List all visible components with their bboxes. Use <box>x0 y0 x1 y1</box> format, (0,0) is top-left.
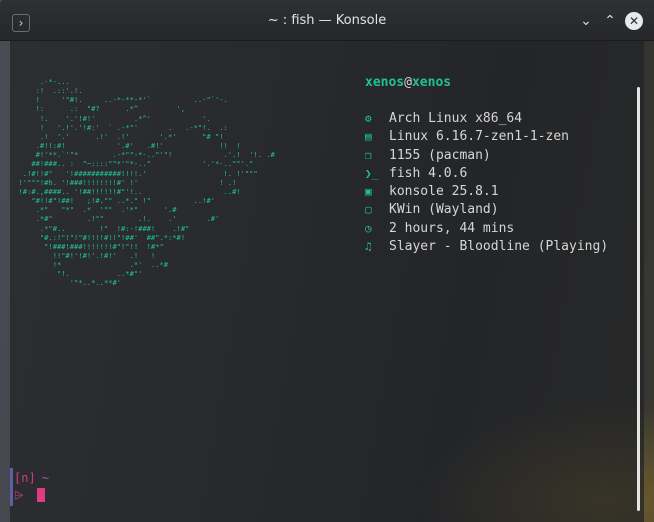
music-note-icon: ♫ <box>365 240 372 254</box>
window-title: ~ : fish — Konsole <box>267 13 387 28</box>
info-text: konsole 25.8.1 <box>389 184 499 200</box>
at-sign: @ <box>404 75 412 90</box>
window-icon: ▢ <box>365 203 372 217</box>
info-text: Linux 6.16.7-zen1-1-zen <box>389 129 570 145</box>
terminal-view[interactable]: .-*-... :! .::'.!. ! '"#!. ..-*-**-*'` .… <box>10 41 644 522</box>
info-text: KWin (Wayland) <box>389 202 499 218</box>
server-icon: ▤ <box>365 130 372 144</box>
info-text: Slayer - Bloodline (Playing) <box>389 239 609 255</box>
info-row-terminal: ▣ konsole 25.8.1 <box>365 183 608 201</box>
info-row-shell: ❯_ fish 4.0.6 <box>365 165 608 183</box>
info-row-wm: ▢ KWin (Wayland) <box>365 201 608 219</box>
package-icon: ❒ <box>365 148 372 162</box>
prompt-line: [n] ~ <box>14 471 49 485</box>
close-button[interactable]: ✕ <box>625 12 643 30</box>
info-row-media: ♫ Slayer - Bloodline (Playing) <box>365 238 608 256</box>
titlebar[interactable]: › ~ : fish — Konsole ⌄ ⌃ ✕ <box>0 0 654 41</box>
maximize-button[interactable]: ⌃ <box>601 12 619 30</box>
info-row-packages: ❒ 1155 (pacman) <box>365 147 608 165</box>
hostname: xenos <box>411 75 452 90</box>
current-directory: ~ <box>41 471 49 485</box>
prompt-marker-bar <box>10 468 13 506</box>
clock-icon: ◷ <box>365 221 372 235</box>
vi-mode-indicator: [n] <box>14 471 36 485</box>
text-cursor[interactable] <box>37 488 45 502</box>
prompt-arrow-icon: ⩥ <box>14 488 24 502</box>
info-row-uptime: ◷ 2 hours, 44 mins <box>365 220 608 238</box>
info-text: 2 hours, 44 mins <box>389 220 515 236</box>
info-text: fish 4.0.6 <box>389 165 468 181</box>
gear-icon: ⚙ <box>365 112 372 125</box>
user-host: xenos@xenos <box>365 75 451 90</box>
konsole-window: › ~ : fish — Konsole ⌄ ⌃ ✕ .-*-... :! .:… <box>0 0 654 522</box>
username: xenos <box>365 75 405 90</box>
info-text: Arch Linux x86_64 <box>389 111 523 126</box>
info-text: 1155 (pacman) <box>389 147 491 163</box>
shell-icon: ❯_ <box>365 166 379 180</box>
info-row-kernel: ▤ Linux 6.16.7-zen1-1-zen <box>365 128 608 146</box>
minimize-button[interactable]: ⌄ <box>577 12 595 30</box>
terminal-icon: ▣ <box>365 185 372 199</box>
scrollbar[interactable] <box>637 87 640 511</box>
info-row-os: ⚙ Arch Linux x86_64 <box>365 110 608 128</box>
system-info-list: ⚙ Arch Linux x86_64 ▤ Linux 6.16.7-zen1-1-… <box>365 110 608 256</box>
ascii-logo: .-*-... :! .::'.!. ! '"#!. ..-*-**-*'` .… <box>18 77 275 288</box>
